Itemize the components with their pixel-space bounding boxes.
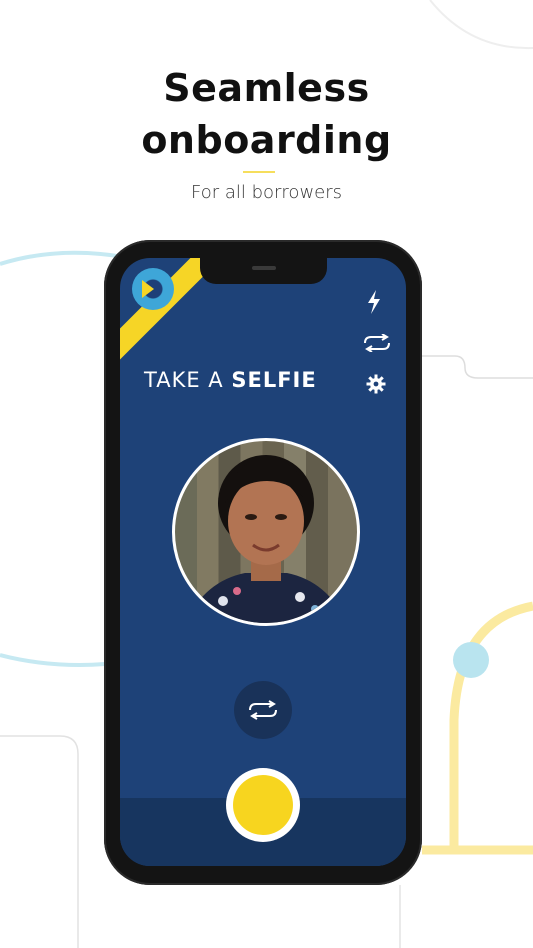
settings-gear-icon[interactable] bbox=[364, 372, 388, 396]
selfie-portrait-image bbox=[185, 455, 347, 623]
headline: Seamless onboarding bbox=[0, 62, 533, 166]
shutter-fill bbox=[233, 775, 293, 835]
app-logo-icon bbox=[132, 268, 174, 310]
flash-icon[interactable] bbox=[364, 290, 384, 314]
title-bold: SELFIE bbox=[231, 368, 317, 392]
phone-screen: TAKE A SELFIE bbox=[120, 258, 406, 866]
phone-frame: TAKE A SELFIE bbox=[104, 240, 422, 885]
shutter-button[interactable] bbox=[226, 768, 300, 842]
accent-divider bbox=[243, 171, 275, 173]
selfie-preview bbox=[172, 438, 360, 626]
switch-camera-icon bbox=[249, 700, 277, 720]
subtitle: For all borrowers bbox=[190, 182, 343, 203]
speaker-icon bbox=[252, 266, 276, 270]
headline-line-2: onboarding bbox=[141, 118, 392, 162]
screen-title: TAKE A SELFIE bbox=[144, 368, 317, 392]
title-regular: TAKE A bbox=[144, 368, 224, 392]
headline-line-1: Seamless bbox=[163, 66, 370, 110]
switch-camera-icon[interactable] bbox=[360, 333, 394, 353]
switch-camera-button[interactable] bbox=[234, 681, 292, 739]
phone-notch bbox=[200, 258, 327, 284]
